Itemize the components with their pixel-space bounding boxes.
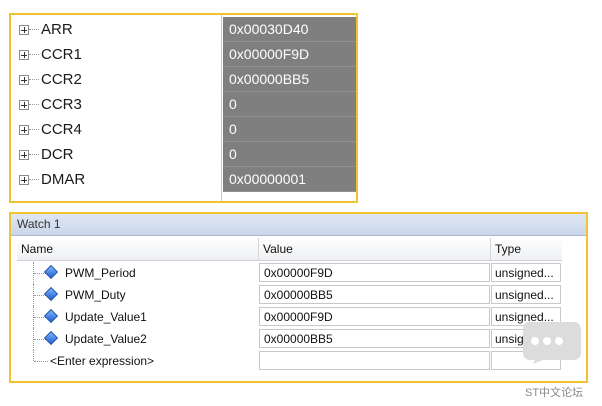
register-value-cell[interactable]: 0 (223, 142, 356, 167)
watch-row[interactable]: Update_Value1 0x00000F9D unsigned... (17, 306, 562, 328)
register-value: 0x00000001 (229, 171, 307, 187)
register-name: DCR (41, 146, 74, 163)
tree-connector (29, 29, 39, 30)
variable-icon (43, 330, 59, 346)
register-value-cell[interactable]: 0x00000F9D (223, 42, 356, 67)
variable-icon (43, 264, 59, 280)
column-header-name[interactable]: Name (21, 242, 53, 256)
expand-icon[interactable] (19, 175, 29, 185)
column-header-type[interactable]: Type (495, 242, 521, 256)
register-value: 0x00030D40 (229, 21, 309, 37)
watch-row[interactable]: Update_Value2 0x00000BB5 unsigned... (17, 328, 562, 350)
register-row-ccr2[interactable]: CCR2 0x00000BB5 (11, 67, 356, 92)
register-value: 0x00000F9D (229, 46, 310, 62)
watch-value-cell[interactable] (259, 351, 490, 370)
register-name: ARR (41, 21, 73, 38)
watch-row-enter-expression[interactable]: <Enter expression> (17, 350, 562, 372)
watch-column-header: Name Value Type (17, 238, 562, 261)
watch-title-bar[interactable]: Watch 1 (11, 214, 586, 236)
register-value: 0 (229, 121, 237, 137)
watch-value: 0x00000BB5 (264, 332, 333, 346)
watch-title: Watch 1 (17, 217, 61, 231)
tree-connector (29, 79, 39, 80)
column-header-value[interactable]: Value (263, 242, 293, 256)
variable-icon (43, 286, 59, 302)
register-row-arr[interactable]: ARR 0x00030D40 (11, 17, 356, 42)
watch-value-cell[interactable]: 0x00000BB5 (259, 285, 490, 304)
register-value: 0 (229, 96, 237, 112)
register-value: 0 (229, 146, 237, 162)
register-name: CCR4 (41, 121, 82, 138)
register-value-cell[interactable]: 0x00000001 (223, 167, 356, 192)
register-value-cell[interactable]: 0x00030D40 (223, 17, 356, 42)
register-row-ccr4[interactable]: CCR4 0 (11, 117, 356, 142)
expand-icon[interactable] (19, 150, 29, 160)
watch-type-cell: unsigned... (491, 285, 561, 304)
register-row-ccr3[interactable]: CCR3 0 (11, 92, 356, 117)
enter-expression-input[interactable]: <Enter expression> (50, 354, 154, 368)
register-panel: ARR 0x00030D40 CCR1 0x00000F9D CCR2 0x00… (9, 13, 358, 203)
register-value: 0x00000BB5 (229, 71, 310, 87)
watch-row[interactable]: PWM_Period 0x00000F9D unsigned... (17, 262, 562, 284)
watch-value-cell[interactable]: 0x00000BB5 (259, 329, 490, 348)
column-resize-handle[interactable] (490, 238, 491, 260)
expand-icon[interactable] (19, 50, 29, 60)
tree-connector (29, 129, 39, 130)
watch-variable-name: Update_Value1 (65, 310, 147, 324)
tree-connector (29, 54, 39, 55)
watch-value-cell[interactable]: 0x00000F9D (259, 263, 490, 282)
register-value-cell[interactable]: 0x00000BB5 (223, 67, 356, 92)
register-row-dmar[interactable]: DMAR 0x00000001 (11, 167, 356, 192)
register-value-cell[interactable]: 0 (223, 92, 356, 117)
tree-line (33, 350, 35, 361)
register-name: CCR3 (41, 96, 82, 113)
watch-value: 0x00000BB5 (264, 288, 333, 302)
tree-connector (29, 179, 39, 180)
register-name: CCR2 (41, 71, 82, 88)
expand-icon[interactable] (19, 75, 29, 85)
watch-variable-name: Update_Value2 (65, 332, 147, 346)
register-row-ccr1[interactable]: CCR1 0x00000F9D (11, 42, 356, 67)
tree-connector (29, 104, 39, 105)
variable-icon (43, 308, 59, 324)
register-row-dcr[interactable]: DCR 0 (11, 142, 356, 167)
expand-icon[interactable] (19, 100, 29, 110)
column-resize-handle[interactable] (258, 238, 259, 260)
watermark-text: ST中文论坛 (525, 387, 584, 399)
watch-value-cell[interactable]: 0x00000F9D (259, 307, 490, 326)
watch-type: unsigned... (495, 288, 554, 302)
watch-value: 0x00000F9D (264, 310, 333, 324)
watch-variable-name: PWM_Duty (65, 288, 126, 302)
expand-icon[interactable] (19, 125, 29, 135)
watch-variable-name: PWM_Period (65, 266, 136, 280)
tree-connector (34, 361, 48, 362)
watch-type-cell: unsigned... (491, 263, 561, 282)
watch-value: 0x00000F9D (264, 266, 333, 280)
watch-type: unsigned... (495, 266, 554, 280)
register-name: CCR1 (41, 46, 82, 63)
tree-connector (29, 154, 39, 155)
chat-bubble-icon (523, 322, 581, 364)
watch-row[interactable]: PWM_Duty 0x00000BB5 unsigned... (17, 284, 562, 306)
register-value-cell[interactable]: 0 (223, 117, 356, 142)
register-name: DMAR (41, 171, 86, 188)
watch-panel: Watch 1 Name Value Type PWM_Period 0x000… (9, 212, 588, 383)
expand-icon[interactable] (19, 25, 29, 35)
